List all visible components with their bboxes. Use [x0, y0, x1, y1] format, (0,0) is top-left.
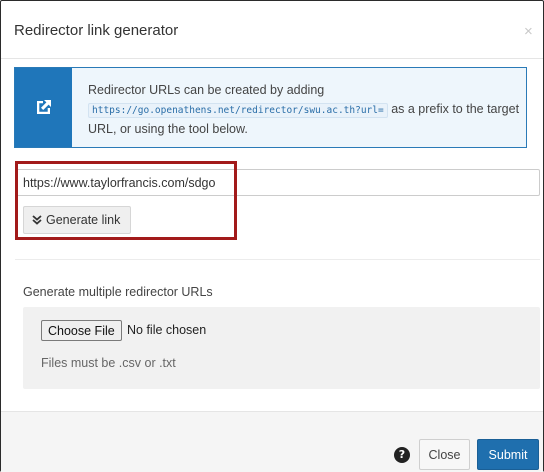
target-url-input[interactable]	[15, 169, 540, 196]
generate-link-button[interactable]: Generate link	[23, 206, 131, 234]
choose-file-button[interactable]: Choose File	[41, 320, 122, 341]
info-callout: Redirector URLs can be created by adding…	[14, 67, 527, 148]
close-button[interactable]: Close	[419, 439, 470, 470]
file-type-note: Files must be .csv or .txt	[41, 356, 176, 370]
section-divider	[15, 259, 540, 260]
help-icon[interactable]: ?	[394, 447, 410, 463]
submit-button[interactable]: Submit	[477, 439, 539, 470]
external-link-icon	[37, 100, 51, 114]
close-icon[interactable]: ×	[524, 24, 533, 39]
generate-link-label: Generate link	[46, 213, 121, 227]
info-text-before: Redirector URLs can be created by adding	[88, 83, 325, 97]
file-upload-panel: Choose File No file chosen Files must be…	[23, 307, 540, 389]
dialog-footer: ? Close Submit	[1, 411, 543, 472]
info-text: Redirector URLs can be created by adding…	[88, 81, 520, 139]
dialog-header: Redirector link generator ×	[1, 1, 543, 59]
no-file-status: No file chosen	[127, 323, 207, 337]
double-chevron-down-icon	[32, 215, 42, 225]
redirector-dialog: Redirector link generator × Redirector U…	[0, 0, 544, 472]
dialog-title: Redirector link generator	[14, 22, 179, 39]
info-icon-panel	[15, 68, 72, 147]
multiple-urls-heading: Generate multiple redirector URLs	[23, 285, 213, 299]
redirector-prefix-code: https://go.openathens.net/redirector/swu…	[88, 103, 388, 118]
